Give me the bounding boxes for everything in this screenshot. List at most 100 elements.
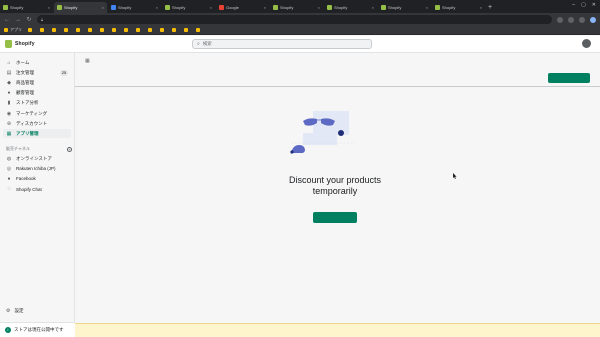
tab-title: Shopify — [388, 5, 402, 10]
tab-favicon-icon — [111, 5, 116, 10]
search-placeholder: 検索 — [202, 41, 212, 46]
tab-favicon-icon — [381, 5, 386, 10]
add-channel-icon[interactable]: + — [67, 146, 72, 152]
bookmark-item[interactable] — [136, 28, 142, 32]
browser-tab[interactable]: Shopify × — [432, 2, 485, 13]
forward-icon[interactable]: → — [15, 17, 21, 23]
bookmark-item[interactable] — [124, 28, 130, 32]
empty-state-title-line: Discount your products — [288, 175, 382, 185]
facebook-icon: ● — [7, 175, 11, 182]
sidebar-item-label: 商品管理 — [16, 79, 34, 85]
empty-state-title: Discount your products temporarily — [75, 175, 595, 197]
shopify-logo[interactable]: Shopify — [5, 40, 35, 48]
bookmark-icon — [28, 28, 32, 32]
bookmark-icon — [136, 28, 140, 32]
browser-tab[interactable]: Shopify × — [108, 2, 161, 13]
sidebar-channel-item[interactable]: ● Facebook — [3, 174, 71, 183]
minimize-icon[interactable]: – — [572, 2, 575, 8]
address-bar[interactable]: 🔒︎ — [37, 15, 552, 24]
tab-favicon-icon — [327, 5, 332, 10]
maximize-icon[interactable]: ▢ — [581, 2, 586, 8]
back-icon[interactable]: ← — [4, 17, 10, 23]
close-tab-icon[interactable]: × — [372, 5, 374, 10]
browser-tab[interactable]: Shopify × — [378, 2, 431, 13]
close-tab-icon[interactable]: × — [48, 5, 50, 10]
extension-icon[interactable] — [557, 16, 563, 23]
sidebar-item-label: ディスカウント — [16, 120, 48, 126]
bookmark-item[interactable] — [172, 28, 178, 32]
section-heading-label: 販売チャネル — [6, 146, 30, 151]
sidebar-item[interactable]: ● 顧客管理 — [3, 89, 71, 98]
bookmark-icon — [196, 28, 200, 32]
browser-tab[interactable]: Google × — [216, 2, 269, 13]
tab-title: Shopify — [10, 5, 24, 10]
bookmark-item[interactable] — [112, 28, 118, 32]
tab-title: Shopify — [118, 5, 132, 10]
bookmark-icon — [112, 28, 116, 32]
bookmark-icon — [148, 28, 152, 32]
bookmark-item[interactable]: アプリ — [4, 27, 22, 33]
sidebar-item[interactable]: ⊛ ディスカウント — [3, 119, 71, 128]
bookmark-item[interactable] — [52, 28, 58, 32]
store-status-bar[interactable]: i ストアは現在公開中です — [0, 322, 75, 337]
bookmark-icon — [52, 28, 56, 32]
browser-tab[interactable]: Shopify × — [162, 2, 215, 13]
browser-toolbar: ← → ↻ 🔒︎ — [0, 13, 600, 26]
sidebar-item[interactable]: ⌂ ホーム — [3, 58, 71, 67]
bookmark-item[interactable] — [64, 28, 70, 32]
orders-icon: ▤ — [6, 69, 12, 76]
sidebar-channel-item[interactable]: ◎ Rakuten Ichiba (JP) — [3, 164, 71, 173]
bookmark-item[interactable] — [160, 28, 166, 32]
browser-tab[interactable]: Shopify × — [324, 2, 377, 13]
bookmark-item[interactable] — [76, 28, 82, 32]
marketing-icon: ◉ — [6, 110, 12, 117]
sidebar-channel-item[interactable]: ◌ Shopify Chat — [3, 185, 71, 194]
bookmark-icon — [4, 28, 8, 32]
sidebar-item[interactable]: ◉ マーケティング — [3, 109, 71, 118]
close-window-icon[interactable]: ✕ — [592, 2, 596, 8]
avatar — [582, 39, 591, 48]
new-tab-button[interactable]: + — [488, 2, 492, 13]
bookmark-item[interactable] — [148, 28, 154, 32]
reload-icon[interactable]: ↻ — [26, 16, 32, 23]
search-input[interactable]: ⌕ 検索 — [192, 39, 372, 49]
account-menu[interactable] — [582, 39, 594, 48]
bookmarks-bar: アプリ — [0, 26, 600, 35]
extension-icon[interactable] — [579, 16, 585, 23]
bookmark-item[interactable] — [88, 28, 94, 32]
close-tab-icon[interactable]: × — [318, 5, 320, 10]
select-products-button[interactable] — [548, 73, 590, 83]
close-tab-icon[interactable]: × — [480, 5, 482, 10]
close-tab-icon[interactable]: × — [264, 5, 266, 10]
browser-tab[interactable]: Shopify × — [270, 2, 323, 13]
bookmark-item[interactable] — [40, 28, 46, 32]
bookmark-item[interactable] — [28, 28, 34, 32]
sidebar-item[interactable]: ▤ 注文管理 25 — [3, 68, 71, 77]
tab-title: Shopify — [172, 5, 186, 10]
close-tab-icon[interactable]: × — [210, 5, 212, 10]
browser-tab[interactable]: Shopify × — [54, 2, 107, 13]
bookmark-icon — [64, 28, 68, 32]
close-tab-icon[interactable]: × — [102, 5, 104, 10]
empty-state-select-products-button[interactable] — [313, 212, 357, 223]
close-tab-icon[interactable]: × — [426, 5, 428, 10]
close-tab-icon[interactable]: × — [156, 5, 158, 10]
bookmark-item[interactable] — [184, 28, 190, 32]
profile-avatar[interactable] — [590, 16, 596, 23]
bookmark-item[interactable] — [100, 28, 106, 32]
extension-icon[interactable] — [568, 16, 574, 23]
sidebar-item-settings[interactable]: ⚙ 設定 — [3, 306, 71, 315]
chat-icon: ◌ — [7, 186, 11, 193]
sidebar-item-label: Facebook — [16, 176, 36, 182]
sidebar-channel-item[interactable]: ◍ オンラインストア — [3, 154, 71, 163]
sidebar-item[interactable]: ▮ ストア分析 — [3, 99, 71, 108]
admin-topbar: Shopify ⌕ 検索 — [0, 36, 600, 53]
browser-tab[interactable]: Shopify × — [0, 2, 53, 13]
customer-icon: ● — [7, 90, 11, 97]
tab-title: Shopify — [280, 5, 294, 10]
count-badge: 25 — [60, 69, 68, 76]
empty-state-title-line: temporarily — [312, 186, 358, 196]
sidebar-item[interactable]: ▦ アプリ管理 — [3, 129, 71, 139]
sidebar-item[interactable]: ◆ 商品管理 — [3, 78, 71, 87]
bookmark-item[interactable] — [196, 28, 202, 32]
